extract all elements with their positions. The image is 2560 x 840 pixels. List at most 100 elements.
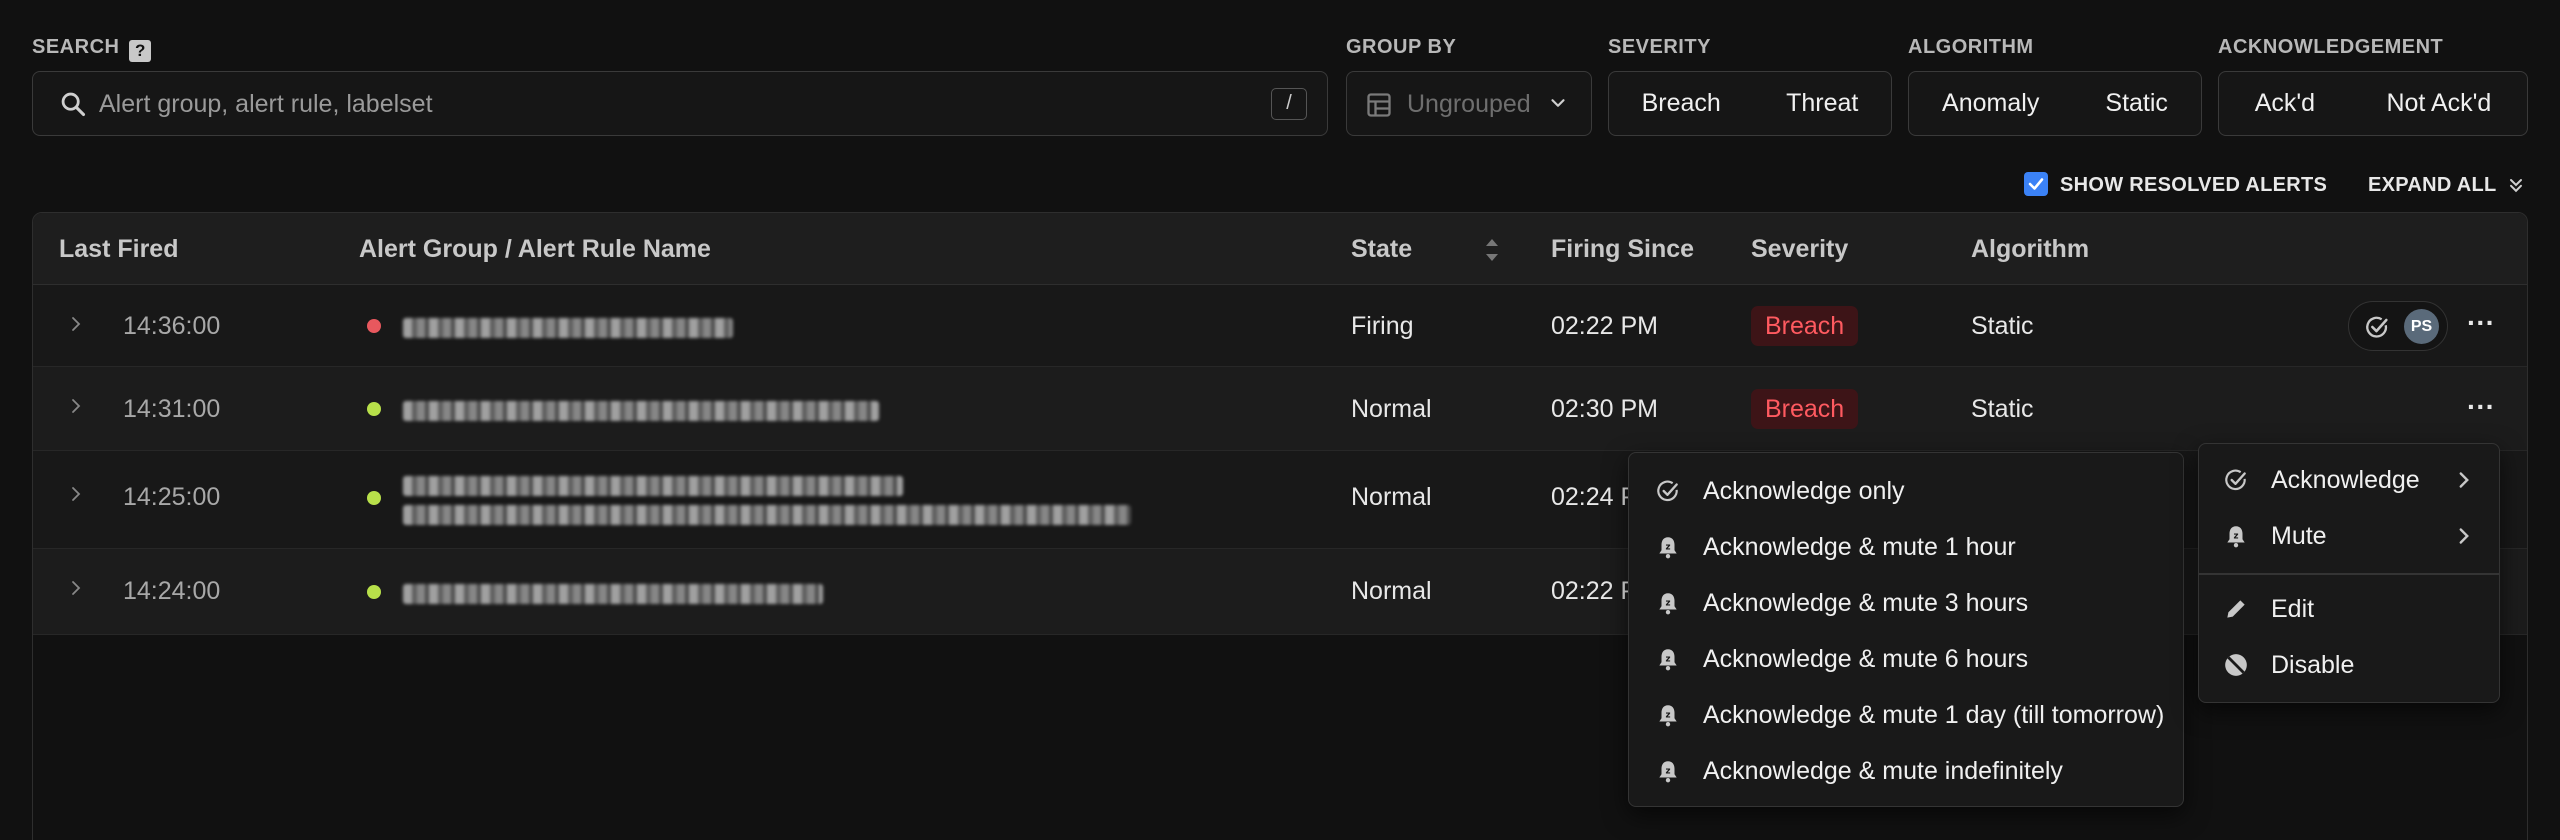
svg-text:z: z [1665, 655, 1670, 665]
menu-item-label: Acknowledge only [1703, 477, 1905, 505]
algorithm-option-static[interactable]: Static [2105, 89, 2168, 118]
bell-snooze-icon: z [1659, 705, 1677, 727]
acknowledgement-filter: Ack'd Not Ack'd [2218, 71, 2528, 136]
bell-snooze-icon: z [1659, 593, 1677, 615]
bell-snooze-icon: z [1659, 649, 1677, 671]
menu-item-acknowledge[interactable]: Acknowledge [2199, 452, 2499, 508]
column-severity[interactable]: Severity [1751, 235, 1848, 264]
redacted-rule-name [403, 584, 823, 604]
chevron-down-icon [1551, 99, 1565, 107]
svg-text:z: z [1665, 599, 1670, 609]
ack-option-not-acked[interactable]: Not Ack'd [2386, 89, 2491, 118]
menu-item-label: Mute [2271, 522, 2327, 550]
svg-text:z: z [1665, 767, 1670, 777]
row-context-menu: Acknowledge z Mute Edit Disable [2198, 443, 2500, 703]
search-input[interactable]: Alert group, alert rule, labelset / [32, 71, 1328, 136]
table-header: Last Fired Alert Group / Alert Rule Name… [33, 213, 2527, 285]
group-by-select[interactable]: Ungrouped [1346, 71, 1592, 136]
table-row[interactable]: 14:36:00 Firing 02:22 PM Breach Static [33, 285, 2527, 367]
menu-item-label: Disable [2271, 651, 2355, 679]
sort-icon[interactable] [1483, 237, 1501, 263]
menu-item-mute-indefinitely[interactable]: z Acknowledge & mute indefinitely [1629, 743, 2183, 799]
svg-text:z: z [1665, 711, 1670, 721]
checkmark-icon [2028, 178, 2044, 190]
menu-item-disable[interactable]: Disable [2199, 637, 2499, 693]
state: Firing [1351, 312, 1414, 340]
state: Normal [1351, 483, 1432, 511]
help-icon[interactable]: ? [129, 40, 152, 62]
row-more-menu-button[interactable]: ··· [2464, 393, 2498, 424]
menu-divider [2199, 573, 2499, 575]
search-label: SEARCH? [32, 36, 152, 62]
menu-item-label: Acknowledge & mute indefinitely [1703, 757, 2063, 785]
avatar: PS [2404, 309, 2439, 344]
last-fired: 14:31:00 [123, 395, 221, 423]
disable-icon [2225, 654, 2247, 676]
menu-item-acknowledge-only[interactable]: Acknowledge only [1629, 463, 2183, 519]
column-state[interactable]: State [1351, 235, 1412, 264]
table-row[interactable]: 14:31:00 Normal 02:30 PM Breach Static [33, 367, 2527, 451]
column-name[interactable]: Alert Group / Alert Rule Name [359, 235, 711, 264]
status-dot [367, 402, 381, 416]
search-placeholder: Alert group, alert rule, labelset [99, 90, 433, 118]
chevron-right-icon [2459, 472, 2469, 488]
svg-text:z: z [2233, 532, 2238, 542]
status-dot [367, 585, 381, 599]
row-more-menu-button[interactable]: ··· [2464, 309, 2498, 340]
chevron-right-icon[interactable] [67, 485, 85, 503]
severity-option-threat[interactable]: Threat [1786, 89, 1858, 118]
redacted-rule-name [403, 318, 733, 338]
search-icon [61, 92, 86, 117]
menu-item-mute-1-hour[interactable]: z Acknowledge & mute 1 hour [1629, 519, 2183, 575]
menu-item-mute-6-hours[interactable]: z Acknowledge & mute 6 hours [1629, 631, 2183, 687]
menu-item-edit[interactable]: Edit [2199, 581, 2499, 637]
algorithm: Static [1971, 395, 2034, 423]
last-fired: 14:25:00 [123, 483, 221, 511]
bell-snooze-icon: z [2227, 526, 2245, 548]
group-by-value: Ungrouped [1407, 90, 1531, 118]
firing-since: 02:22 PM [1551, 312, 1659, 340]
menu-item-mute-3-hours[interactable]: z Acknowledge & mute 3 hours [1629, 575, 2183, 631]
chevron-right-icon[interactable] [67, 397, 85, 415]
menu-item-label: Acknowledge & mute 1 hour [1703, 533, 2016, 561]
column-algorithm[interactable]: Algorithm [1971, 235, 2089, 264]
algorithm-option-anomaly[interactable]: Anomaly [1942, 89, 2039, 118]
chevron-right-icon[interactable] [67, 579, 85, 597]
algorithm-filter: Anomaly Static [1908, 71, 2202, 136]
status-dot [367, 319, 381, 333]
menu-item-label: Edit [2271, 595, 2315, 623]
last-fired: 14:24:00 [123, 577, 221, 605]
severity-option-breach[interactable]: Breach [1642, 89, 1721, 118]
group-by-label: GROUP BY [1346, 36, 1457, 58]
check-circle-icon [2366, 316, 2388, 338]
expand-all-label: EXPAND ALL [2368, 174, 2497, 196]
menu-item-mute[interactable]: z Mute [2199, 508, 2499, 564]
state: Normal [1351, 577, 1432, 605]
severity-label: SEVERITY [1608, 36, 1711, 58]
table-group-icon [1367, 93, 1391, 117]
menu-item-label: Acknowledge [2271, 466, 2420, 494]
redacted-rule-name [403, 401, 879, 421]
ack-option-acked[interactable]: Ack'd [2255, 89, 2315, 118]
bell-snooze-icon: z [1659, 537, 1677, 559]
menu-item-mute-1-day[interactable]: z Acknowledge & mute 1 day (till tomorro… [1629, 687, 2183, 743]
check-circle-icon [1657, 480, 1678, 502]
double-chevron-down-icon [2510, 179, 2523, 193]
search-shortcut-key: / [1271, 88, 1307, 120]
show-resolved-label[interactable]: SHOW RESOLVED ALERTS [2060, 174, 2327, 197]
column-last-fired[interactable]: Last Fired [59, 235, 178, 264]
menu-item-label: Acknowledge & mute 1 day (till tomorrow) [1703, 701, 2165, 729]
column-firing-since[interactable]: Firing Since [1551, 235, 1694, 264]
acknowledged-by-pill[interactable]: PS [2348, 301, 2448, 351]
check-circle-icon [2225, 469, 2246, 491]
last-fired: 14:36:00 [123, 312, 221, 340]
show-resolved-checkbox[interactable] [2024, 172, 2048, 196]
pencil-icon [2227, 600, 2245, 618]
redacted-rule-name [403, 505, 1131, 525]
svg-text:z: z [1665, 543, 1670, 553]
chevron-right-icon[interactable] [67, 315, 85, 333]
status-dot [367, 491, 381, 505]
severity-filter: Breach Threat [1608, 71, 1892, 136]
expand-all-button[interactable]: EXPAND ALL [2368, 174, 2526, 197]
algorithm-label: ALGORITHM [1908, 36, 2034, 58]
